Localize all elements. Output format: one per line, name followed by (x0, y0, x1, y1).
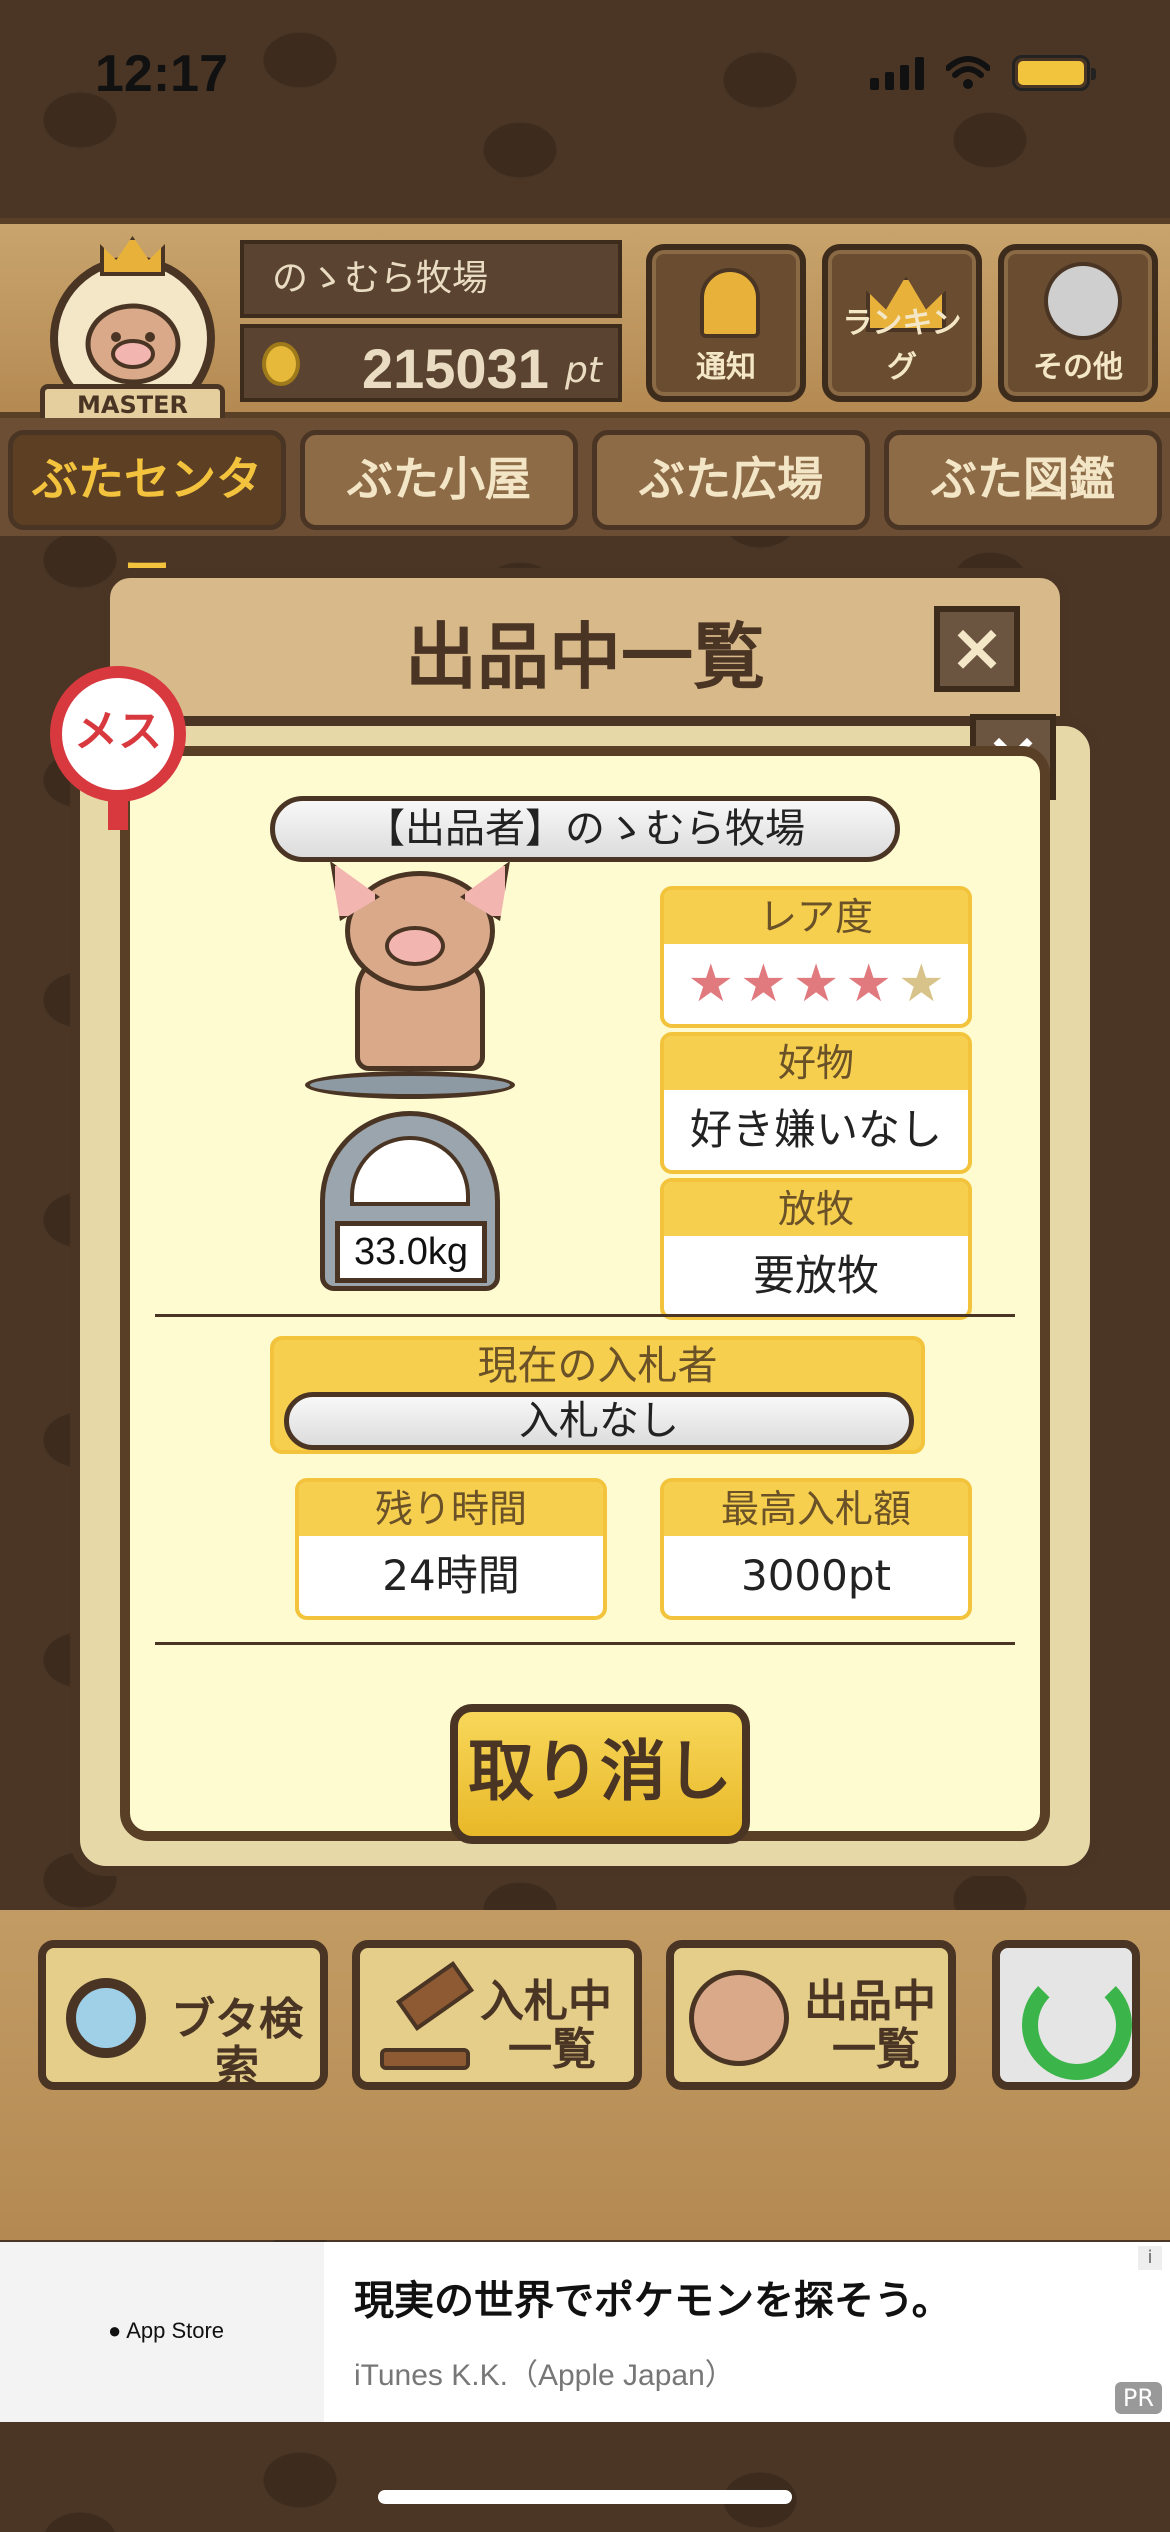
gender-label: メス (50, 666, 186, 802)
star-filled-icon: ★ (687, 954, 735, 1014)
pig-weight: 33.0kg (335, 1221, 487, 1283)
refresh-button[interactable] (992, 1940, 1140, 2090)
points-display: 215031 pt (240, 324, 622, 402)
battery-icon (1012, 55, 1096, 91)
rarity-stars: ★ ★ ★ ★ ★ (664, 944, 968, 1024)
other-button[interactable]: その他 (998, 244, 1158, 402)
grazing-card: 放牧 要放牧 (660, 1178, 972, 1320)
status-icons (870, 55, 1096, 91)
cancel-listing-button[interactable]: 取り消し (450, 1704, 750, 1844)
seller-label: 【出品者】のゝむら牧場 (270, 796, 900, 862)
app-store-text: App Store (126, 2318, 225, 2343)
ad-subtitle: iTunes K.K.（Apple Japan） (354, 2359, 735, 2392)
ranking-button[interactable]: ランキング (822, 244, 982, 402)
star-filled-icon: ★ (792, 954, 840, 1014)
tab-buta-center[interactable]: ぶたセンター (8, 430, 286, 594)
divider (155, 1314, 1015, 1317)
ad-store-panel: ● App Store (0, 2242, 324, 2422)
rarity-card: レア度 ★ ★ ★ ★ ★ (660, 886, 972, 1028)
app-store-label: ● App Store (108, 2318, 224, 2344)
divider (155, 1642, 1015, 1645)
tab-buta-encyclopedia[interactable]: ぶた図鑑 (884, 430, 1162, 530)
favorite-value: 好き嫌いなし (689, 1105, 942, 1154)
bidding-list-label-2: 一覧 (508, 2024, 596, 2075)
status-time: 12:17 (95, 45, 228, 103)
listing-list-label-2: 一覧 (832, 2024, 920, 2075)
ad-info-icon[interactable]: i (1138, 2246, 1162, 2270)
female-badge: メス (50, 666, 186, 830)
notification-button[interactable]: 通知 (646, 244, 806, 402)
coin-icon (262, 342, 300, 386)
farm-name: のゝむら牧場 (240, 240, 622, 318)
pig-icon (330, 861, 510, 1071)
points-unit: pt (565, 350, 602, 391)
pig-face-icon (689, 1970, 789, 2066)
time-left-value: 24時間 (382, 1551, 520, 1600)
pig-detail-dialog: × 【出品者】のゝむら牧場 33.0kg レア度 ★★★★★ 好物 好き嫌いなし… (70, 714, 1100, 1876)
ad-pr-badge: PR (1114, 2382, 1162, 2414)
star-filled-icon: ★ (845, 954, 892, 1014)
wifi-icon (946, 56, 990, 89)
crown-icon (100, 236, 165, 276)
ad-title: 現実の世界でポケモンを探そう。 (354, 2278, 952, 2324)
current-bidder-value: 入札なし (284, 1392, 914, 1450)
listing-panel-title: 出品中一覧 (404, 615, 765, 699)
favorite-card: 好物 好き嫌いなし (660, 1032, 972, 1174)
profile-header: MASTER のゝむら牧場 215031 pt 通知 ランキング その他 (0, 218, 1170, 426)
highest-bid-header: 最高入札額 (664, 1482, 968, 1536)
bottom-action-bar: ブタ検索 入札中 一覧 出品中 一覧 (0, 1910, 1170, 2240)
listing-list-label-1: 出品中 (804, 1976, 936, 2027)
rarity-header: レア度 (664, 890, 968, 944)
home-indicator (378, 2490, 792, 2504)
star-empty-icon: ★ (897, 954, 945, 1014)
ranking-label: ランキング (842, 306, 962, 385)
tab-buta-plaza[interactable]: ぶた広場 (592, 430, 870, 530)
star-filled-icon: ★ (740, 954, 787, 1014)
bidding-list-label-1: 入札中 (480, 1976, 612, 2027)
refresh-icon (1022, 1970, 1132, 2080)
main-tabs: ぶたセンター ぶた小屋 ぶた広場 ぶた図鑑 (0, 418, 1170, 594)
time-left-header: 残り時間 (299, 1482, 603, 1536)
magnifier-icon (66, 1978, 146, 2058)
current-bidder-header: 現在の入札者 (477, 1343, 718, 1389)
notification-label: 通知 (696, 350, 756, 385)
pig-search-button[interactable]: ブタ検索 (38, 1940, 328, 2093)
gear-icon (1048, 266, 1118, 336)
bell-icon (700, 268, 760, 338)
tab-buta-hut[interactable]: ぶた小屋 (300, 430, 578, 530)
apple-icon: ● (108, 2318, 122, 2343)
dialog-content: 【出品者】のゝむら牧場 33.0kg レア度 ★ ★ ★ ★ ★ 好物 好き嫌いなし 放… (120, 746, 1050, 1844)
time-left-card: 残り時間 24時間 (295, 1478, 607, 1620)
status-bar: 12:17 (0, 0, 1170, 150)
favorite-header: 好物 (664, 1036, 968, 1090)
points-value: 215031 (362, 337, 549, 400)
scale-icon: 33.0kg (305, 1071, 515, 1291)
other-label: その他 (1033, 350, 1123, 385)
grazing-header: 放牧 (664, 1182, 968, 1236)
highest-bid-card: 最高入札額 3000pt (660, 1478, 972, 1620)
pig-search-label: ブタ検索 (171, 1994, 303, 2093)
grazing-value: 要放牧 (752, 1251, 879, 1300)
bidding-list-button[interactable]: 入札中 一覧 (352, 1940, 642, 2090)
master-badge[interactable]: MASTER (40, 236, 225, 426)
signal-icon (870, 56, 924, 90)
listing-list-button[interactable]: 出品中 一覧 (666, 1940, 956, 2090)
highest-bid-value: 3000pt (740, 1551, 891, 1600)
ad-banner[interactable]: ● App Store 現実の世界でポケモンを探そう。 iTunes K.K.（… (0, 2242, 1170, 2422)
current-bidder-card: 現在の入札者 入札なし (270, 1336, 925, 1454)
listing-panel-close-button[interactable]: × (934, 606, 1020, 692)
gavel-icon (380, 1961, 474, 2070)
